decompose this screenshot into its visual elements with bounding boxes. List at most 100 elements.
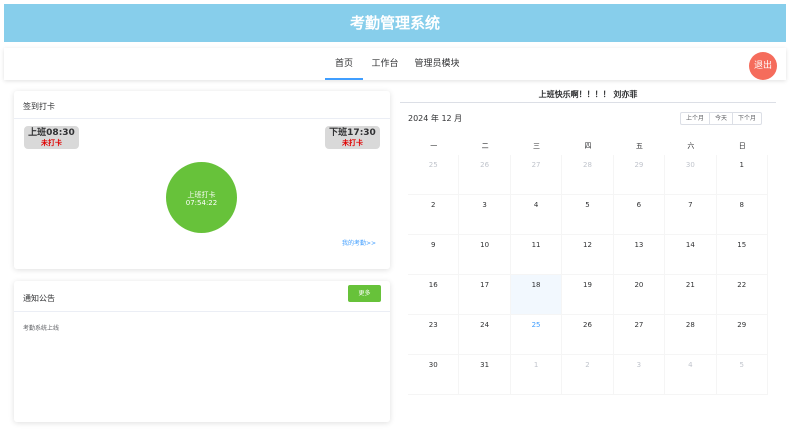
calendar-day-cell[interactable]: 17 — [459, 275, 511, 315]
checkin-card: 签到打卡 上班08:30 未打卡 下班17:30 未打卡 上班打卡 07:54:… — [14, 91, 390, 269]
calendar-day-cell[interactable]: 11 — [510, 235, 563, 275]
calendar-day-cell[interactable]: 5 — [716, 355, 768, 395]
calendar-day-cell[interactable]: 10 — [459, 235, 511, 275]
prev-month-button[interactable]: 上个月 — [681, 113, 709, 124]
calendar-day-number: 5 — [585, 201, 590, 209]
tab-admin-module[interactable]: 管理员模块 — [409, 48, 465, 80]
checkin-card-title: 签到打卡 — [23, 102, 55, 111]
calendar-day-cell[interactable]: 3 — [459, 195, 511, 235]
notice-card-title: 通知公告 — [23, 294, 55, 303]
calendar-day-cell[interactable]: 20 — [613, 275, 666, 315]
calendar-day-number: 29 — [737, 321, 747, 329]
calendar-week-row: 16 17 18 19 20 21 22 — [408, 275, 768, 315]
calendar-day-number: 23 — [428, 321, 438, 329]
calendar-day-cell[interactable]: 24 — [459, 315, 511, 355]
calendar-day-number: 29 — [634, 161, 644, 169]
calendar-day-number: 14 — [685, 241, 695, 249]
calendar-week-row: 23 24 25 26 27 28 29 — [408, 315, 768, 355]
next-month-button[interactable]: 下个月 — [732, 113, 761, 124]
calendar-day-number: 25 — [531, 321, 541, 329]
calendar-day-cell[interactable]: 1 — [716, 155, 768, 195]
calendar-day-cell[interactable]: 12 — [562, 235, 614, 275]
calendar-day-number: 3 — [482, 201, 487, 209]
more-button[interactable]: 更多 — [348, 285, 381, 302]
calendar-day-number: 9 — [430, 241, 436, 249]
calendar-day-cell[interactable]: 29 — [613, 155, 666, 195]
off-duty-time: 下班17:30 — [329, 128, 376, 138]
calendar-day-cell[interactable]: 4 — [665, 355, 717, 395]
my-attendance-link[interactable]: 我的考勤>> — [342, 238, 376, 247]
calendar-day-number: 1 — [739, 161, 744, 169]
on-duty-status: 未打卡 — [41, 139, 62, 147]
calendar-day-cell[interactable]: 28 — [562, 155, 614, 195]
tab-workbench[interactable]: 工作台 — [366, 48, 404, 80]
calendar-day-number: 28 — [685, 321, 695, 329]
calendar-title: 2024 年 12 月 — [408, 114, 463, 123]
calendar-day-cell[interactable]: 7 — [665, 195, 717, 235]
on-duty-badge: 上班08:30 未打卡 — [24, 126, 79, 149]
calendar-day-cell[interactable]: 8 — [716, 195, 768, 235]
calendar-day-cell[interactable]: 2 — [408, 195, 460, 235]
calendar-day-cell[interactable]: 28 — [665, 315, 717, 355]
tab-home[interactable]: 首页 — [325, 48, 363, 80]
calendar-day-cell[interactable]: 23 — [408, 315, 460, 355]
calendar-day-number: 15 — [737, 241, 747, 249]
calendar-day-cell[interactable]: 18 — [510, 275, 563, 315]
calendar-day-cell[interactable]: 16 — [408, 275, 460, 315]
calendar-day-number: 3 — [636, 361, 642, 369]
calendar-day-cell[interactable]: 25 — [408, 155, 460, 195]
calendar-day-cell[interactable]: 29 — [716, 315, 768, 355]
calendar-day-number: 26 — [583, 321, 592, 329]
calendar-week-row: 2 3 4 5 6 7 8 — [408, 195, 768, 235]
calendar-day-cell[interactable]: 30 — [408, 355, 460, 395]
weekday-label: 四 — [584, 142, 592, 150]
calendar-day-number: 18 — [531, 281, 541, 289]
calendar-day-cell[interactable]: 14 — [665, 235, 717, 275]
divider — [400, 102, 776, 103]
greeting-text: 上班快乐啊！！！！ 刘亦菲 — [538, 90, 638, 99]
calendar-day-number: 11 — [531, 241, 541, 249]
calendar-day-number: 20 — [634, 281, 644, 289]
calendar-day-number: 26 — [480, 161, 490, 169]
calendar-day-cell[interactable]: 1 — [510, 355, 563, 395]
calendar-day-number: 7 — [688, 201, 693, 209]
calendar-day-cell[interactable]: 6 — [613, 195, 666, 235]
weekday-label: 一 — [430, 142, 438, 150]
calendar-day-cell[interactable]: 26 — [562, 315, 614, 355]
calendar-weekdays: 一 二 三 四 五 六 日 — [408, 141, 768, 155]
weekday-label: 六 — [687, 142, 695, 150]
calendar-day-number: 6 — [636, 201, 642, 209]
calendar-day-cell[interactable]: 21 — [665, 275, 717, 315]
today-button[interactable]: 今天 — [709, 113, 732, 124]
calendar-nav: 上个月 今天 下个月 — [680, 112, 763, 125]
calendar-day-cell[interactable]: 26 — [459, 155, 511, 195]
logout-button[interactable]: 退出 — [749, 52, 777, 80]
calendar-grid: 25 26 27 28 29 30 1 2 3 4 5 6 7 8 9 10 11 12 13 14 15 16 17 18 1… — [408, 155, 768, 395]
clock-in-button[interactable]: 上班打卡 07:54:22 — [166, 162, 237, 233]
calendar-week-row: 25 26 27 28 29 30 1 — [408, 155, 768, 195]
calendar-day-cell[interactable]: 5 — [562, 195, 614, 235]
calendar-day-cell[interactable]: 15 — [716, 235, 768, 275]
calendar-day-cell[interactable]: 30 — [665, 155, 717, 195]
calendar-day-cell[interactable]: 13 — [613, 235, 666, 275]
calendar-day-cell[interactable]: 2 — [562, 355, 614, 395]
calendar-day-number: 8 — [739, 201, 744, 209]
weekday-label: 五 — [635, 142, 643, 150]
notice-item[interactable]: 考勤系统上线 — [23, 323, 59, 332]
calendar-day-cell[interactable]: 25 — [510, 315, 563, 355]
calendar-day-cell[interactable]: 22 — [716, 275, 768, 315]
calendar-day-cell[interactable]: 27 — [510, 155, 563, 195]
calendar-day-number: 30 — [428, 361, 438, 369]
calendar-day-number: 12 — [583, 241, 592, 249]
calendar-day-cell[interactable]: 31 — [459, 355, 511, 395]
calendar-day-number: 30 — [685, 161, 695, 169]
calendar-day-number: 16 — [428, 281, 438, 289]
calendar-day-cell[interactable]: 19 — [562, 275, 614, 315]
calendar-day-cell[interactable]: 3 — [613, 355, 666, 395]
calendar-day-cell[interactable]: 9 — [408, 235, 460, 275]
divider — [14, 118, 390, 119]
app-title: 考勤管理系统 — [4, 4, 786, 42]
weekday-label: 日 — [738, 142, 746, 150]
calendar-day-cell[interactable]: 27 — [613, 315, 666, 355]
calendar-day-cell[interactable]: 4 — [510, 195, 563, 235]
